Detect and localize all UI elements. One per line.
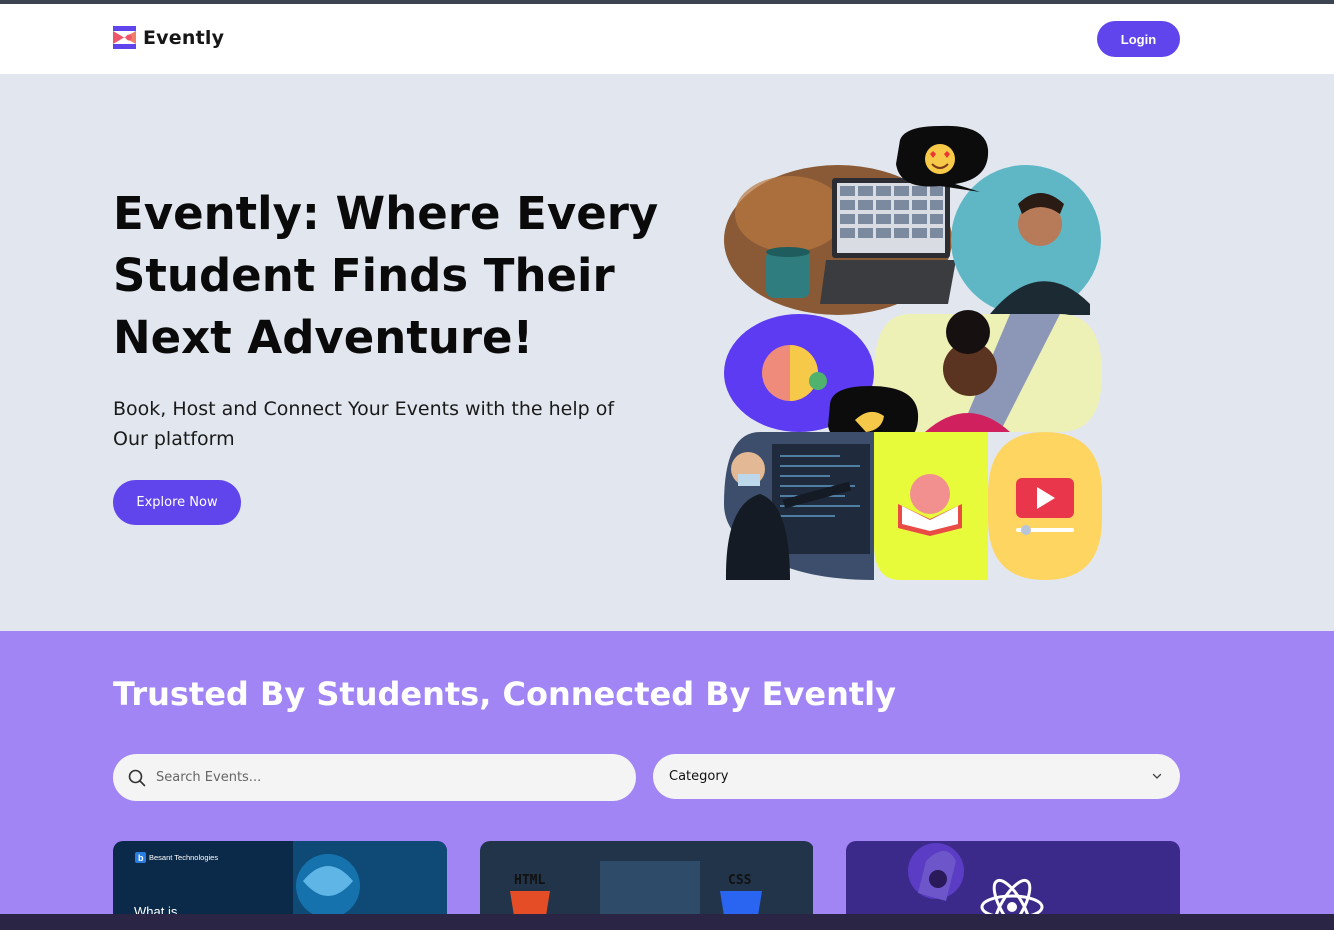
category-select-value: Category — [669, 769, 729, 784]
hero-section: Evently: Where Every Student Finds Their… — [0, 74, 1334, 631]
os-taskbar — [0, 914, 1334, 930]
card-brand-text: Besant Technologies — [149, 853, 218, 862]
smiling-student-image — [874, 310, 1102, 432]
card-css-label: CSS — [728, 873, 752, 888]
login-button[interactable]: Login — [1097, 21, 1180, 57]
event-card-react[interactable] — [846, 841, 1180, 916]
video-play-icon-tile — [988, 432, 1102, 580]
search-box[interactable] — [113, 754, 636, 801]
hero-subtitle: Book, Host and Connect Your Events with … — [113, 398, 615, 450]
svg-text:b: b — [138, 853, 144, 863]
video-call-laptop-image — [724, 165, 956, 315]
laughing-man-image — [951, 165, 1101, 315]
evently-logo-icon — [113, 26, 136, 49]
event-card-html-css[interactable]: HTML CSS — [480, 841, 814, 916]
card-html-label: HTML — [514, 873, 545, 888]
book-brain-icon-tile — [874, 432, 988, 580]
trusted-section: Trusted By Students, Connected By Eventl… — [0, 631, 1334, 930]
teacher-presenting-image — [724, 432, 874, 580]
chevron-down-icon — [1152, 773, 1162, 779]
heart-eyes-emoji-bubble — [896, 125, 989, 192]
brand-logo[interactable]: Evently — [113, 26, 224, 49]
explore-now-button[interactable]: Explore Now — [113, 480, 241, 525]
hero-title: Evently: Where Every Student Finds Their… — [113, 187, 659, 364]
search-icon — [128, 769, 146, 786]
top-navbar: Evently Login — [0, 4, 1334, 74]
trusted-title: Trusted By Students, Connected By Eventl… — [113, 675, 896, 713]
search-input[interactable] — [156, 770, 596, 785]
category-select[interactable]: Category — [653, 754, 1180, 799]
idea-brain-icon-tile — [724, 314, 874, 432]
pinching-hand-emoji-bubble — [828, 386, 919, 458]
event-card-python[interactable]: b Besant Technologies What is — [113, 841, 447, 916]
brand-name: Evently — [143, 26, 225, 49]
